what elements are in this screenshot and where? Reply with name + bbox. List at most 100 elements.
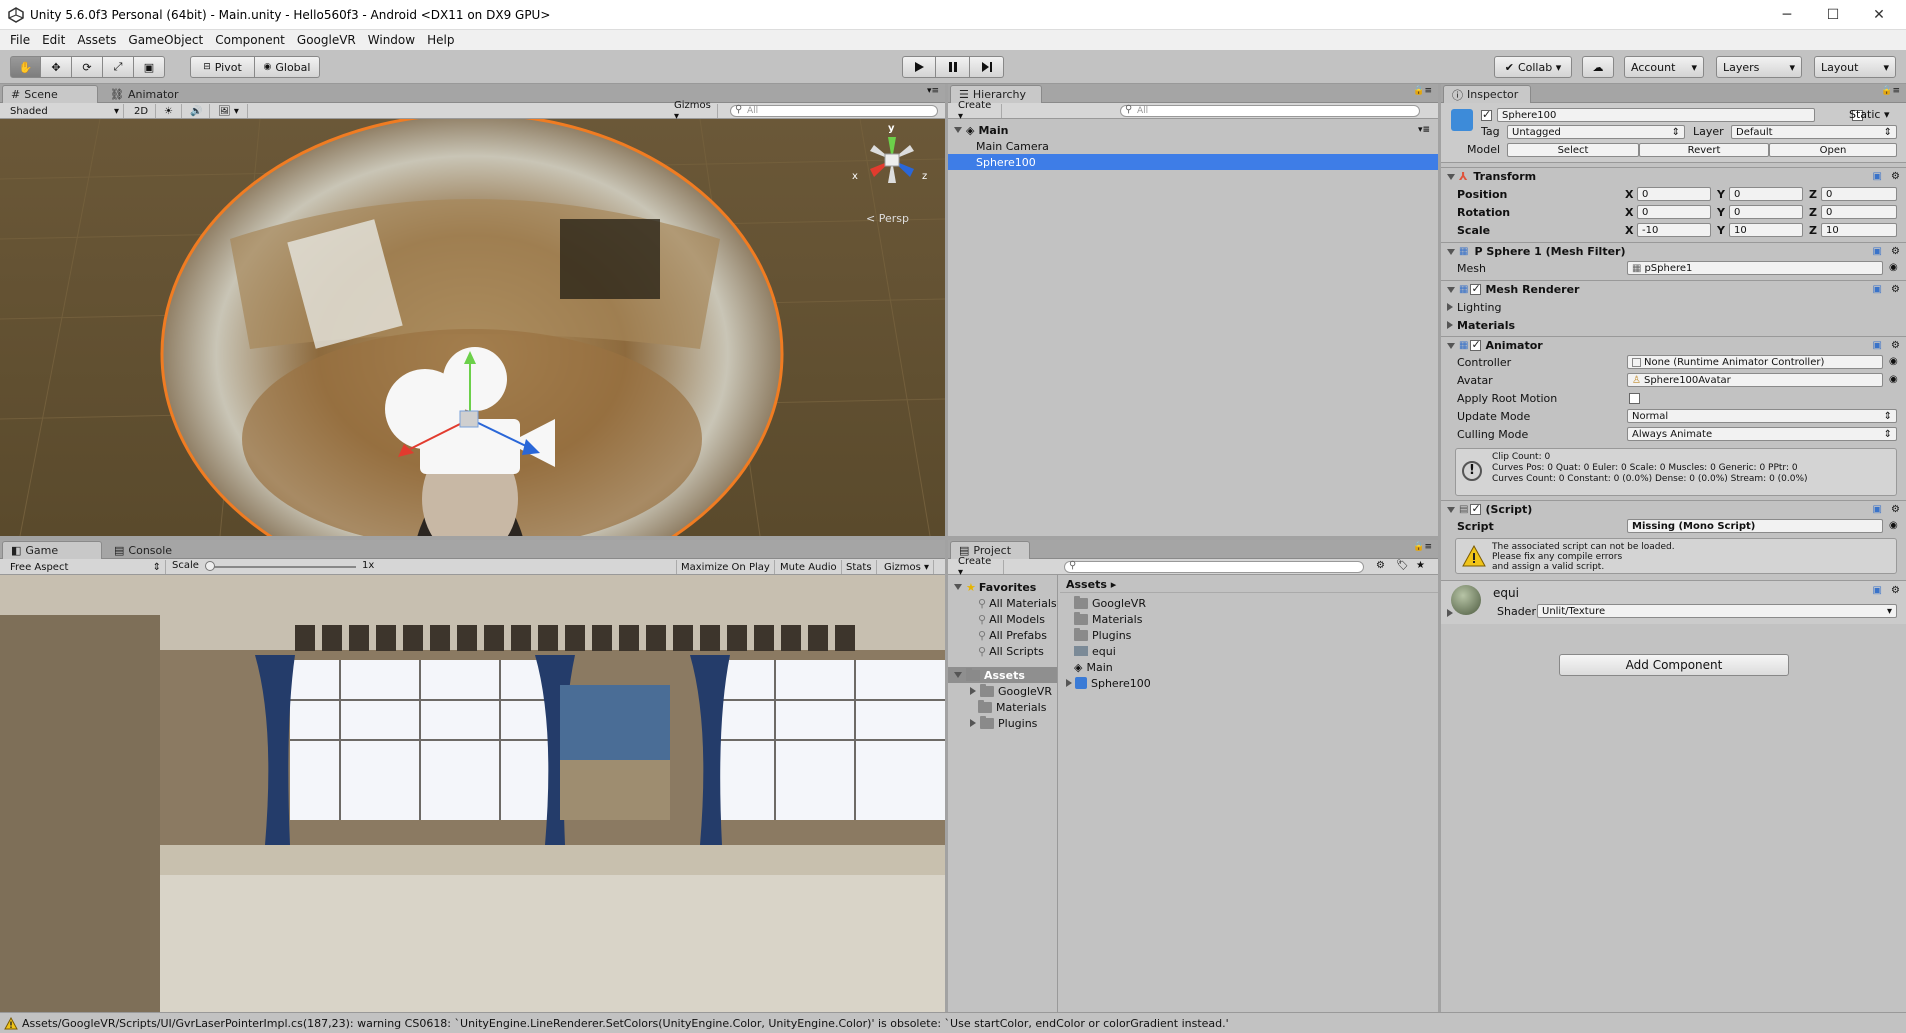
menu-googlevr[interactable]: GoogleVR xyxy=(291,33,362,47)
object-picker-icon[interactable]: ◉ xyxy=(1889,374,1898,385)
project-search-input[interactable] xyxy=(1064,560,1364,573)
mesh-renderer-header[interactable]: ▦Mesh Renderer ▣ ⚙ xyxy=(1441,280,1906,298)
tree-folder-googlevr[interactable]: GoogleVR xyxy=(948,683,1057,699)
orientation-gizmo[interactable] xyxy=(852,125,932,195)
scale-slider-thumb[interactable] xyxy=(205,561,215,571)
materials-foldout[interactable]: Materials xyxy=(1441,317,1906,333)
settings-gear-icon[interactable]: ⚙ xyxy=(1891,504,1900,515)
audio-icon[interactable]: 🔊 xyxy=(186,104,210,118)
update-mode-dropdown[interactable]: Normal ⇕ xyxy=(1627,409,1897,423)
help-icon[interactable]: ▣ xyxy=(1873,504,1882,515)
tab-game[interactable]: ◧ Game xyxy=(2,541,102,559)
favorites-row[interactable]: ★ Favorites xyxy=(948,579,1057,595)
scale-x-field[interactable]: -10 xyxy=(1637,223,1711,237)
aspect-dropdown[interactable]: Free Aspect ⇕ xyxy=(6,560,166,574)
global-button[interactable]: ◉ Global xyxy=(255,56,320,78)
tag-dropdown[interactable]: Untagged ⇕ xyxy=(1507,125,1685,139)
menu-window[interactable]: Window xyxy=(362,33,421,47)
gizmos-dropdown[interactable]: Gizmos ▾ xyxy=(670,100,718,122)
filter-type-icon[interactable]: ⚙ xyxy=(1376,560,1385,571)
project-breadcrumb[interactable]: Assets ▸ xyxy=(1060,577,1438,593)
light-icon[interactable]: ☀ xyxy=(160,104,182,118)
tab-console[interactable]: ▤ Console xyxy=(106,541,180,559)
hierarchy-item-main-camera[interactable]: Main Camera xyxy=(948,138,1438,154)
static-dropdown[interactable]: Static ▾ xyxy=(1849,108,1889,121)
tree-folder-materials[interactable]: Materials xyxy=(948,699,1057,715)
help-icon[interactable]: ▣ xyxy=(1873,585,1882,596)
assets-tree-root[interactable]: Assets xyxy=(948,667,1057,683)
effects-icon[interactable]: 🖼 ▾ xyxy=(214,104,248,118)
stats-toggle[interactable]: Stats xyxy=(842,560,877,574)
menu-edit[interactable]: Edit xyxy=(36,33,71,47)
step-icon[interactable] xyxy=(970,56,1004,78)
help-icon[interactable]: ▣ xyxy=(1873,340,1882,351)
help-icon[interactable]: ▣ xyxy=(1873,284,1882,295)
scale-y-field[interactable]: 10 xyxy=(1729,223,1803,237)
scene-menu-icon[interactable]: ▾≡ xyxy=(1418,125,1430,135)
shader-dropdown[interactable]: Unlit/Texture ▾ xyxy=(1537,604,1897,618)
rotation-z-field[interactable]: 0 xyxy=(1821,205,1897,219)
inspector-lock-icon[interactable]: 🔒≡ xyxy=(1881,86,1900,96)
object-picker-icon[interactable]: ◉ xyxy=(1889,356,1898,367)
lock-icon[interactable]: 🔒≡ xyxy=(1413,86,1432,96)
asset-sphere100[interactable]: Sphere100 xyxy=(1060,675,1438,691)
rect-tool-icon[interactable]: ▣ xyxy=(134,56,165,78)
tab-animator[interactable]: ⛓ Animator xyxy=(102,85,187,103)
close-icon[interactable]: ✕ xyxy=(1856,0,1902,30)
menu-help[interactable]: Help xyxy=(421,33,460,47)
animator-header[interactable]: ▦Animator ▣ ⚙ xyxy=(1441,336,1906,354)
layers-dropdown[interactable]: Layers ▾ xyxy=(1716,56,1802,78)
maximize-icon[interactable]: ☐ xyxy=(1810,0,1856,30)
settings-gear-icon[interactable]: ⚙ xyxy=(1891,246,1900,257)
project-create-dropdown[interactable]: Create ▾ xyxy=(954,556,1004,578)
shading-dropdown[interactable]: Shaded ▾ xyxy=(6,104,124,118)
asset-equi[interactable]: equi xyxy=(1060,643,1438,659)
position-y-field[interactable]: 0 xyxy=(1729,187,1803,201)
minimize-icon[interactable]: ─ xyxy=(1764,0,1810,30)
scene-root-row[interactable]: ◈ Main ▾≡ xyxy=(948,122,1438,138)
asset-plugins[interactable]: Plugins xyxy=(1060,627,1438,643)
script-field[interactable]: Missing (Mono Script) xyxy=(1627,519,1883,533)
position-z-field[interactable]: 0 xyxy=(1821,187,1897,201)
favorite-all-materials[interactable]: ⚲ All Materials xyxy=(948,595,1057,611)
transform-header[interactable]: ⅄ Transform ▣ ⚙ xyxy=(1441,167,1906,185)
account-dropdown[interactable]: Account ▾ xyxy=(1624,56,1704,78)
mute-audio-toggle[interactable]: Mute Audio xyxy=(776,560,842,574)
asset-main[interactable]: ◈ Main xyxy=(1060,659,1438,675)
avatar-field[interactable]: ♙ Sphere100Avatar xyxy=(1627,373,1883,387)
settings-gear-icon[interactable]: ⚙ xyxy=(1891,340,1900,351)
persp-label[interactable]: < Persp xyxy=(866,212,909,225)
favorite-all-scripts[interactable]: ⚲ All Scripts xyxy=(948,643,1057,659)
animator-enabled-checkbox[interactable] xyxy=(1470,338,1482,351)
panel-menu-icon[interactable]: ▾≡ xyxy=(927,86,939,96)
hierarchy-create-dropdown[interactable]: Create ▾ xyxy=(954,100,1002,122)
layout-dropdown[interactable]: Layout ▾ xyxy=(1814,56,1896,78)
mesh-filter-header[interactable]: ▦ P Sphere 1 (Mesh Filter) ▣ ⚙ xyxy=(1441,242,1906,260)
rotation-y-field[interactable]: 0 xyxy=(1729,205,1803,219)
asset-materials[interactable]: Materials xyxy=(1060,611,1438,627)
project-lock-icon[interactable]: 🔒≡ xyxy=(1413,542,1432,552)
pivot-button[interactable]: ⊟ Pivot xyxy=(190,56,255,78)
material-foldout-icon[interactable] xyxy=(1447,609,1453,617)
menu-assets[interactable]: Assets xyxy=(71,33,122,47)
help-icon[interactable]: ▣ xyxy=(1873,171,1882,182)
culling-mode-dropdown[interactable]: Always Animate ⇕ xyxy=(1627,427,1897,441)
favorite-star-icon[interactable]: ★ xyxy=(1416,560,1425,571)
menu-component[interactable]: Component xyxy=(209,33,291,47)
object-picker-icon[interactable]: ◉ xyxy=(1889,520,1898,531)
scale-z-field[interactable]: 10 xyxy=(1821,223,1897,237)
settings-gear-icon[interactable]: ⚙ xyxy=(1891,585,1900,596)
maximize-on-play-toggle[interactable]: Maximize On Play xyxy=(676,560,775,574)
favorite-all-models[interactable]: ⚲ All Models xyxy=(948,611,1057,627)
hierarchy-search-input[interactable]: All xyxy=(1120,104,1420,117)
active-checkbox[interactable] xyxy=(1481,108,1492,121)
move-tool-icon[interactable]: ✥ xyxy=(41,56,72,78)
lighting-foldout[interactable]: Lighting xyxy=(1441,299,1906,315)
script-header[interactable]: ▤(Script) ▣ ⚙ xyxy=(1441,500,1906,518)
pause-icon[interactable] xyxy=(936,56,970,78)
asset-googlevr[interactable]: GoogleVR xyxy=(1060,595,1438,611)
apply-root-motion-checkbox[interactable] xyxy=(1629,393,1640,404)
layer-dropdown[interactable]: Default ⇕ xyxy=(1731,125,1897,139)
menu-file[interactable]: File xyxy=(4,33,36,47)
model-open-button[interactable]: Open xyxy=(1769,143,1897,157)
